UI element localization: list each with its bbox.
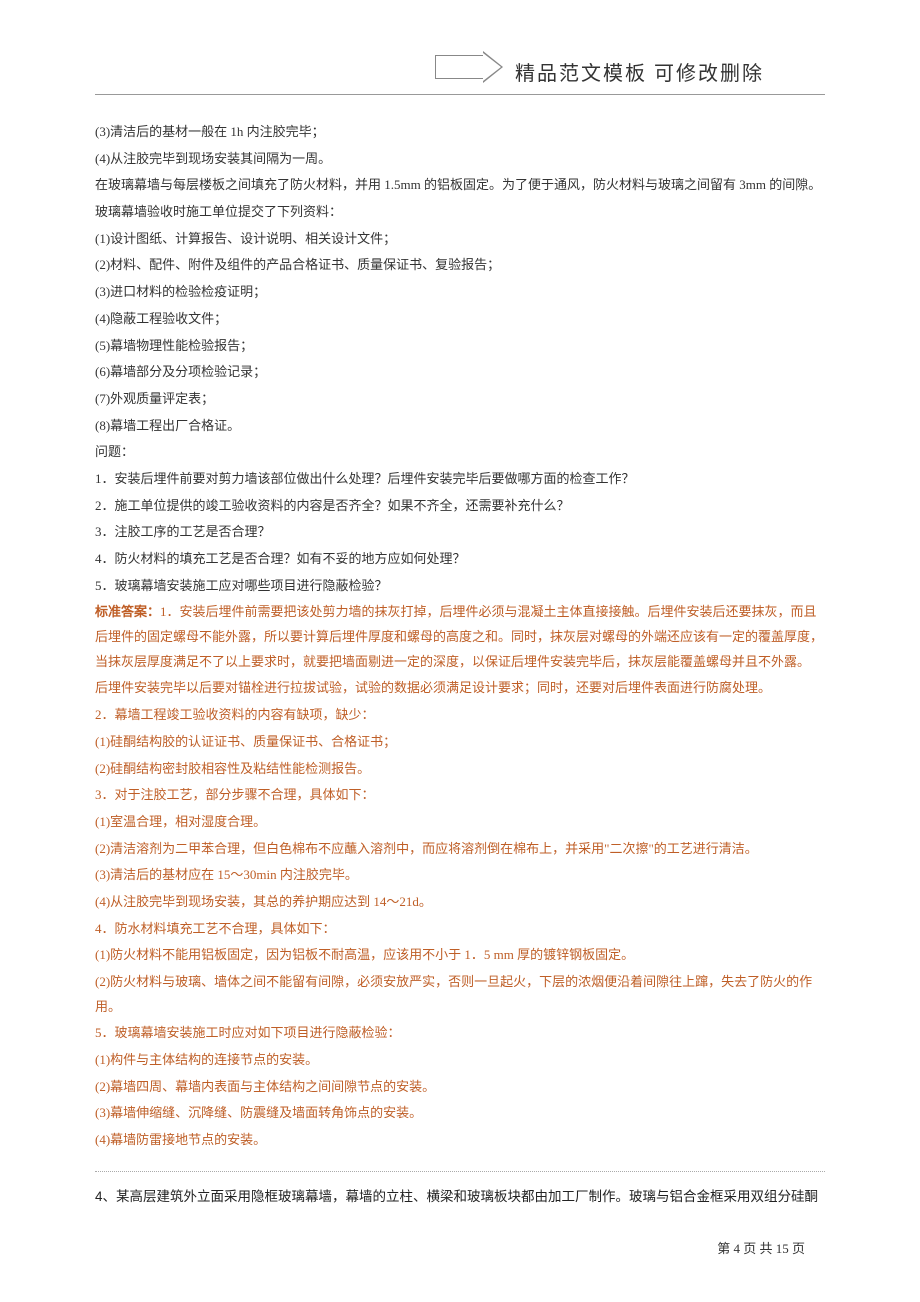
arrow-rect-icon <box>435 55 485 79</box>
page-footer: 第 4 页 共 15 页 <box>717 1237 805 1262</box>
question-4: 4、某高层建筑外立面采用隐框玻璃幕墙，幕墙的立柱、横梁和玻璃板块都由加工厂制作。… <box>95 1184 825 1210</box>
body-text: (6)幕墙部分及分项检验记录； <box>95 360 825 385</box>
body-text: (4)从注胶完毕到现场安装其间隔为一周。 <box>95 147 825 172</box>
answer-text: 后埋件安装完毕以后要对锚栓进行拉拔试验，试验的数据必须满足设计要求；同时，还要对… <box>95 676 825 701</box>
answer-text: (3)清洁后的基材应在 15～30min 内注胶完毕。 <box>95 863 825 888</box>
body-text: 2．施工单位提供的竣工验收资料的内容是否齐全？如果不齐全，还需要补充什么？ <box>95 494 825 519</box>
answer-text: 4．防水材料填充工艺不合理，具体如下： <box>95 917 825 942</box>
body-text: 玻璃幕墙验收时施工单位提交了下列资料： <box>95 200 825 225</box>
body-text: (3)清洁后的基材一般在 1h 内注胶完毕； <box>95 120 825 145</box>
answer-block: 标准答案：1．安装后埋件前需要把该处剪力墙的抹灰打掉，后埋件必须与混凝土主体直接… <box>95 600 825 674</box>
body-text: 4．防火材料的填充工艺是否合理？如有不妥的地方应如何处理？ <box>95 547 825 572</box>
answer-text: (1)构件与主体结构的连接节点的安装。 <box>95 1048 825 1073</box>
body-text: 问题： <box>95 440 825 465</box>
footer-suffix: 页 <box>789 1241 805 1256</box>
answer-text: (3)幕墙伸缩缝、沉降缝、防震缝及墙面转角饰点的安装。 <box>95 1101 825 1126</box>
answer-text: (1)室温合理，相对湿度合理。 <box>95 810 825 835</box>
body-text: 在玻璃幕墙与每层楼板之间填充了防火材料，并用 1.5mm 的铝板固定。为了便于通… <box>95 173 825 198</box>
answer-text: (1)硅酮结构胶的认证证书、质量保证书、合格证书； <box>95 730 825 755</box>
footer-page-total: 15 <box>776 1241 789 1256</box>
answer-text: 3．对于注胶工艺，部分步骤不合理，具体如下： <box>95 783 825 808</box>
header-title: 精品范文模板 可修改删除 <box>515 55 764 93</box>
answer-text: 1．安装后埋件前需要把该处剪力墙的抹灰打掉，后埋件必须与混凝土主体直接接触。后埋… <box>95 604 823 668</box>
body-text: (3)进口材料的检验检疫证明； <box>95 280 825 305</box>
footer-prefix: 第 <box>717 1241 733 1256</box>
answer-text: 2．幕墙工程竣工验收资料的内容有缺项，缺少： <box>95 703 825 728</box>
answer-text: (2)清洁溶剂为二甲苯合理，但白色棉布不应蘸入溶剂中，而应将溶剂倒在棉布上，并采… <box>95 837 825 862</box>
body-text: (2)材料、配件、附件及组件的产品合格证书、质量保证书、复验报告； <box>95 253 825 278</box>
body-text: (7)外观质量评定表； <box>95 387 825 412</box>
footer-mid: 页 共 <box>740 1241 776 1256</box>
answer-text: (2)硅酮结构密封胶相容性及粘结性能检测报告。 <box>95 757 825 782</box>
section-divider <box>95 1171 825 1172</box>
body-text: (4)隐蔽工程验收文件； <box>95 307 825 332</box>
body-text: (8)幕墙工程出厂合格证。 <box>95 414 825 439</box>
document-content: (3)清洁后的基材一般在 1h 内注胶完毕； (4)从注胶完毕到现场安装其间隔为… <box>95 120 825 1209</box>
page-header: 精品范文模板 可修改删除 <box>95 0 825 95</box>
body-text: 1．安装后埋件前要对剪力墙该部位做出什么处理？后埋件安装完毕后要做哪方面的检查工… <box>95 467 825 492</box>
answer-text: (4)幕墙防雷接地节点的安装。 <box>95 1128 825 1153</box>
answer-text: (2)幕墙四周、幕墙内表面与主体结构之间间隙节点的安装。 <box>95 1075 825 1100</box>
body-text: (1)设计图纸、计算报告、设计说明、相关设计文件； <box>95 227 825 252</box>
answer-text: 5．玻璃幕墙安装施工时应对如下项目进行隐蔽检验： <box>95 1021 825 1046</box>
answer-text: (2)防火材料与玻璃、墙体之间不能留有间隙，必须安放严实，否则一旦起火，下层的浓… <box>95 970 825 1019</box>
body-text: 3．注胶工序的工艺是否合理？ <box>95 520 825 545</box>
answer-text: (1)防火材料不能用铝板固定，因为铝板不耐高温，应该用不小于 1．5 mm 厚的… <box>95 943 825 968</box>
body-text: 5．玻璃幕墙安装施工应对哪些项目进行隐蔽检验？ <box>95 574 825 599</box>
answer-label: 标准答案： <box>95 604 160 619</box>
body-text: (5)幕墙物理性能检验报告； <box>95 334 825 359</box>
answer-text: (4)从注胶完毕到现场安装，其总的养护期应达到 14～21d。 <box>95 890 825 915</box>
arrow-head-inner-icon <box>483 53 501 81</box>
